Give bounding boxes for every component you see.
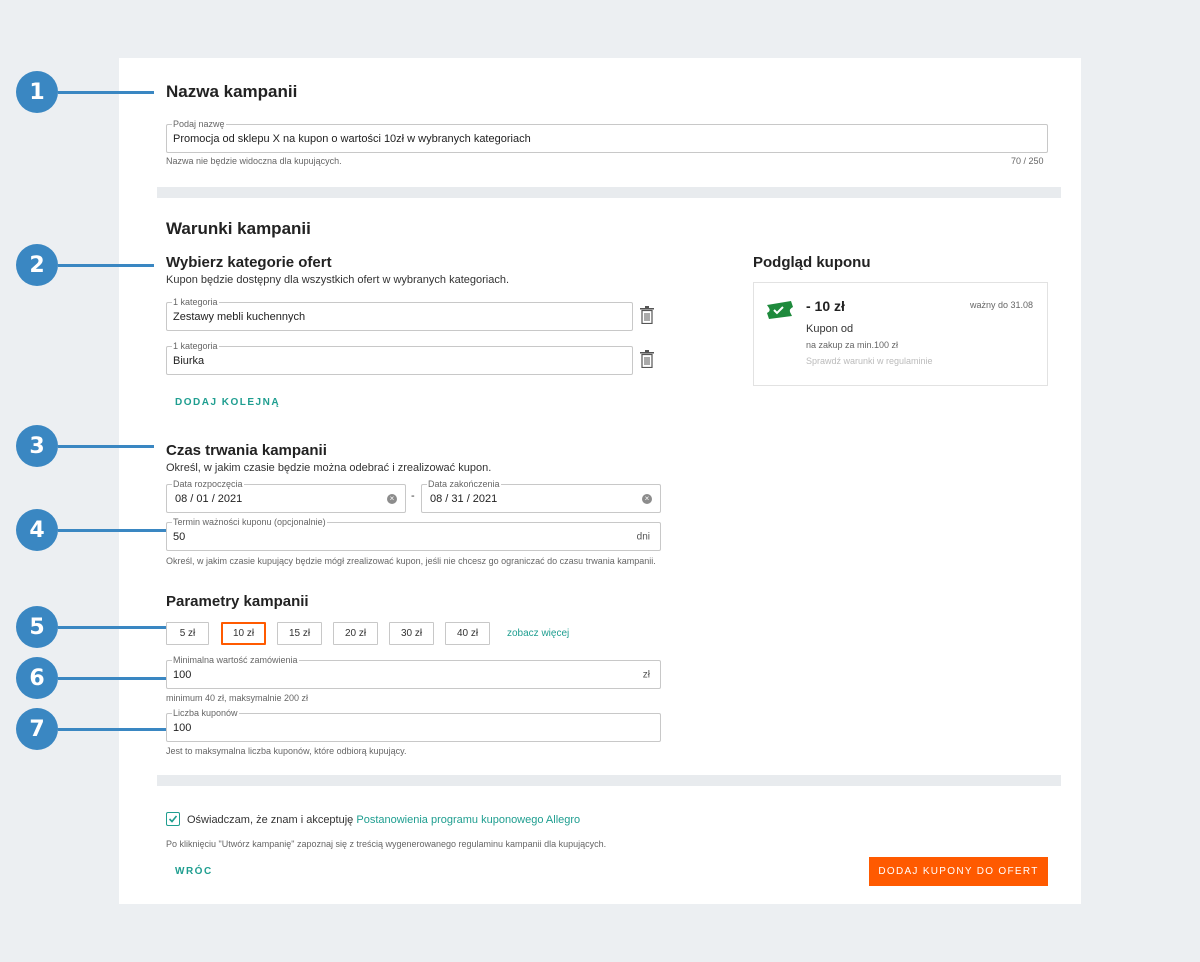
start-date-label: Data rozpoczęcia [172, 478, 244, 490]
callout-marker-1: 1 [16, 71, 58, 113]
coupon-count-field[interactable]: Liczba kuponów 100 [166, 707, 661, 742]
callout-line-6 [58, 677, 166, 680]
amount-chip-30[interactable]: 30 zł [389, 622, 434, 645]
consent-checkbox[interactable] [166, 812, 180, 826]
categories-title: Wybierz kategorie ofert [166, 254, 332, 271]
section-separator [157, 187, 1061, 198]
callout-line-5 [58, 626, 166, 629]
preview-title: Podgląd kuponu [753, 254, 871, 271]
callout-marker-2: 2 [16, 244, 58, 286]
min-order-unit: zł [642, 669, 650, 680]
ticket-icon [767, 301, 793, 319]
consent-prefix: Oświadczam, że znam i akceptuję [187, 814, 357, 826]
amount-chip-5[interactable]: 5 zł [166, 622, 209, 645]
terms-link[interactable]: Postanowienia programu kuponowego Allegr… [356, 814, 580, 826]
coupon-count-label: Liczba kuponów [172, 707, 239, 719]
coupon-validity-label: Termin ważności kuponu (opcjonalnie) [172, 516, 327, 528]
campaign-name-title: Nazwa kampanii [166, 82, 298, 101]
date-separator: - [411, 490, 415, 502]
amount-chip-20[interactable]: 20 zł [333, 622, 378, 645]
conditions-title: Warunki kampanii [166, 219, 311, 238]
amount-chip-10[interactable]: 10 zł [221, 622, 266, 645]
min-order-hint: minimum 40 zł, maksymalnie 200 zł [166, 693, 309, 703]
categories-description: Kupon będzie dostępny dla wszystkich ofe… [166, 274, 510, 286]
category-field-2[interactable]: 1 kategoria Biurka [166, 340, 633, 375]
campaign-name-field[interactable]: Podaj nazwę Promocja od sklepu X na kupo… [166, 118, 1048, 153]
coupon-validity-value: 50 [173, 530, 186, 543]
min-order-label: Minimalna wartość zamówienia [172, 654, 299, 666]
min-order-field[interactable]: Minimalna wartość zamówienia 100 zł [166, 654, 661, 689]
duration-description: Określ, w jakim czasie będzie można odeb… [166, 462, 492, 474]
callout-marker-6: 6 [16, 657, 58, 699]
add-category-button[interactable]: DODAJ KOLEJNĄ [175, 397, 280, 408]
callout-marker-5: 5 [16, 606, 58, 648]
category-label: 1 kategoria [172, 340, 219, 352]
back-button[interactable]: WRÓC [175, 866, 213, 877]
category-value: Biurka [173, 354, 205, 367]
trash-icon[interactable] [639, 350, 655, 368]
preview-terms-link[interactable]: Sprawdź warunki w regulaminie [806, 356, 933, 366]
see-more-link[interactable]: zobacz więcej [507, 628, 569, 639]
clear-icon[interactable]: × [387, 493, 397, 504]
check-icon [168, 815, 178, 823]
add-coupons-button[interactable]: DODAJ KUPONY DO OFERT [869, 857, 1048, 886]
parameters-title: Parametry kampanii [166, 593, 309, 610]
callout-line-3 [58, 445, 154, 448]
callout-marker-3: 3 [16, 425, 58, 467]
campaign-name-hint: Nazwa nie będzie widoczna dla kupujących… [166, 156, 342, 166]
min-order-value: 100 [173, 668, 192, 681]
section-separator [157, 775, 1061, 786]
trash-icon[interactable] [639, 306, 655, 324]
end-date-value: 08 / 31 / 2021 [430, 492, 498, 505]
callout-line-1 [58, 91, 154, 94]
callout-line-2 [58, 264, 154, 267]
preview-coupon-from: Kupon od [806, 323, 854, 335]
category-label: 1 kategoria [172, 296, 219, 308]
coupon-preview-card [753, 282, 1048, 386]
preview-min-purchase: na zakup za min.100 zł [806, 340, 899, 350]
campaign-name-counter: 70 / 250 [1011, 156, 1044, 166]
category-value: Zestawy mebli kuchennych [173, 310, 306, 323]
category-field-1[interactable]: 1 kategoria Zestawy mebli kuchennych [166, 296, 633, 331]
consent-text: Oświadczam, że znam i akceptuję Postanow… [187, 814, 580, 826]
clear-icon[interactable]: × [642, 493, 652, 504]
start-date-field[interactable]: Data rozpoczęcia 08 / 01 / 2021 × [166, 478, 406, 513]
amount-chip-40[interactable]: 40 zł [445, 622, 490, 645]
preview-valid-until: ważny do 31.08 [970, 300, 1034, 310]
coupon-validity-field[interactable]: Termin ważności kuponu (opcjonalnie) 50 … [166, 516, 661, 551]
end-date-field[interactable]: Data zakończenia 08 / 31 / 2021 × [421, 478, 661, 513]
campaign-name-value: Promocja od sklepu X na kupon o wartości… [173, 132, 531, 145]
coupon-count-hint: Jest to maksymalna liczba kuponów, które… [166, 746, 407, 756]
preview-amount: - 10 zł [806, 298, 845, 314]
campaign-name-label: Podaj nazwę [172, 118, 226, 130]
start-date-value: 08 / 01 / 2021 [175, 492, 243, 505]
coupon-validity-unit: dni [636, 531, 650, 542]
coupon-count-value: 100 [173, 721, 192, 734]
amount-chip-15[interactable]: 15 zł [277, 622, 322, 645]
callout-line-4 [58, 529, 166, 532]
end-date-label: Data zakończenia [427, 478, 501, 490]
footer-note: Po kliknięciu "Utwórz kampanię" zapoznaj… [166, 839, 607, 849]
coupon-validity-hint: Określ, w jakim czasie kupujący będzie m… [166, 556, 656, 566]
callout-marker-7: 7 [16, 708, 58, 750]
callout-marker-4: 4 [16, 509, 58, 551]
callout-line-7 [58, 728, 166, 731]
duration-title: Czas trwania kampanii [166, 442, 327, 459]
